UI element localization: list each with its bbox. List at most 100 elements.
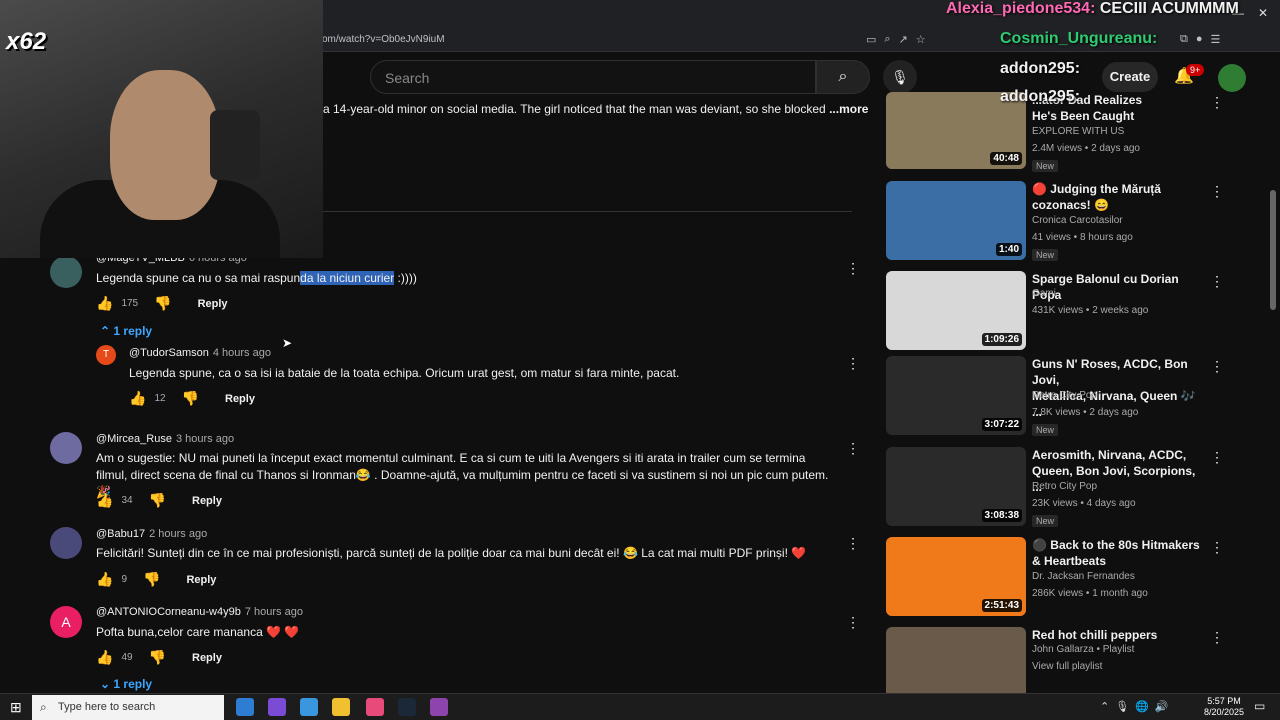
like-icon[interactable]: 👍 — [96, 649, 113, 666]
task-view-icon[interactable] — [236, 698, 254, 716]
profile-icon[interactable]: ● — [1196, 33, 1203, 46]
author-name[interactable]: @TudorSamson — [129, 347, 209, 359]
comment-time[interactable]: 4 hours ago — [213, 347, 271, 359]
video-thumbnail[interactable]: 3:08:38 — [886, 447, 1026, 526]
search-input[interactable]: Search — [370, 60, 816, 94]
video-title[interactable]: Sparge Balonul cu Dorian Popa — [1032, 271, 1202, 303]
comment-author[interactable]: @Mircea_Ruse 3 hours ago — [96, 433, 234, 445]
channel-name[interactable]: John Gallarza • Playlist — [1032, 644, 1134, 655]
channel-name[interactable]: Dr. Jacksan Fernandes — [1032, 571, 1135, 582]
avatar[interactable] — [50, 256, 82, 288]
more-options-icon[interactable]: ⋮ — [1210, 629, 1224, 646]
reply-button[interactable]: Reply — [192, 495, 222, 507]
comment-text-part: Legenda spune ca nu o sa mai raspun — [96, 271, 301, 285]
author-name[interactable]: @Babu17 — [96, 528, 145, 540]
more-options-icon[interactable]: ⋮ — [1210, 358, 1224, 375]
share-icon[interactable]: ↗ — [899, 33, 908, 46]
close-window-button[interactable]: ✕ — [1258, 6, 1268, 20]
copilot-icon[interactable] — [268, 698, 286, 716]
search-button[interactable]: ⌕ — [816, 60, 870, 94]
more-options-icon[interactable]: ⋮ — [1210, 94, 1224, 111]
extensions-icon[interactable]: ⧉ — [1180, 33, 1188, 46]
comment-author[interactable]: @Babu17 2 hours ago — [96, 528, 207, 540]
url-text[interactable]: om/watch?v=Ob0eJvN9iuM — [322, 34, 445, 45]
dislike-icon[interactable]: 👎 — [143, 571, 160, 588]
notification-center-icon[interactable]: ▭ — [1254, 699, 1265, 713]
like-icon[interactable]: 👍 — [96, 571, 113, 588]
bookmark-icon[interactable]: ☆ — [916, 33, 926, 46]
comment-time[interactable]: 2 hours ago — [149, 528, 207, 540]
video-description[interactable]: a 14-year-old minor on social media. The… — [323, 102, 868, 116]
description-more-link[interactable]: ...more — [829, 102, 868, 116]
comment-text: Legenda spune, ca o sa isi ia bataie de … — [129, 366, 680, 380]
app-icon[interactable] — [300, 698, 318, 716]
create-button[interactable]: Create — [1102, 62, 1158, 92]
video-thumbnail[interactable]: 2:51:43 — [886, 537, 1026, 616]
author-name[interactable]: @Mircea_Ruse — [96, 433, 172, 445]
dislike-icon[interactable]: 👎 — [149, 492, 166, 509]
account-avatar[interactable] — [1218, 64, 1246, 92]
more-options-icon[interactable]: ⋮ — [846, 614, 860, 631]
taskbar-search-input[interactable]: ⌕ Type here to search — [32, 695, 224, 720]
comment-time[interactable]: 7 hours ago — [245, 606, 303, 618]
dislike-icon[interactable]: 👎 — [149, 649, 166, 666]
reply-button[interactable]: Reply — [225, 393, 255, 405]
channel-name[interactable]: EXPLORE WITH US — [1032, 126, 1124, 137]
system-tray-icons[interactable]: ⌃🎙🌐🔊 — [1100, 700, 1175, 713]
avatar[interactable]: A — [50, 606, 82, 638]
channel-name[interactable]: Cronica Carcotasilor — [1032, 215, 1123, 226]
like-icon[interactable]: 👍 — [96, 295, 113, 312]
video-thumbnail[interactable]: 1:40 — [886, 181, 1026, 260]
menu-icon[interactable]: ☰ — [1211, 33, 1221, 46]
zoom-icon[interactable]: ⌕ — [884, 33, 890, 46]
avatar[interactable] — [50, 527, 82, 559]
author-name[interactable]: @ANTONIOCorneanu-w4y9b — [96, 606, 241, 618]
more-options-icon[interactable]: ⋮ — [846, 440, 860, 457]
channel-name[interactable]: Gami — [1032, 288, 1056, 299]
search-placeholder: Search — [385, 70, 430, 86]
more-options-icon[interactable]: ⋮ — [846, 535, 860, 552]
comment-time[interactable]: 3 hours ago — [176, 433, 234, 445]
reply-button[interactable]: Reply — [198, 298, 228, 310]
like-icon[interactable]: 👍 — [129, 390, 146, 407]
channel-name[interactable]: Retro City Pop — [1032, 481, 1097, 492]
comment-author[interactable]: @TudorSamson 4 hours ago — [129, 347, 271, 359]
dislike-icon[interactable]: 👎 — [182, 390, 199, 407]
clock-date: 8/20/2025 — [1204, 707, 1245, 717]
comment-actions: 👍 12 👎 Reply — [129, 390, 255, 407]
taskbar-search-placeholder: Type here to search — [58, 701, 156, 713]
file-explorer-icon[interactable] — [332, 698, 350, 716]
more-options-icon[interactable]: ⋮ — [1210, 539, 1224, 556]
dislike-icon[interactable]: 👎 — [154, 295, 171, 312]
reply-button[interactable]: Reply — [192, 652, 222, 664]
channel-name[interactable]: Retro City Pop — [1032, 390, 1097, 401]
video-thumbnail[interactable]: 3:07:22 — [886, 356, 1026, 435]
windows-start-icon[interactable]: ⊞ — [10, 699, 22, 716]
browser-icon[interactable] — [366, 698, 384, 716]
video-thumbnail[interactable]: 1:09:26 — [886, 271, 1026, 350]
more-options-icon[interactable]: ⋮ — [1210, 449, 1224, 466]
view-replies-button[interactable]: ⌃ 1 reply — [100, 324, 152, 338]
scrollbar[interactable] — [1270, 190, 1276, 310]
voice-search-button[interactable]: 🎙 — [883, 60, 917, 94]
video-title[interactable]: 🔴 Judging the Măruță cozonacs! 😄 — [1032, 181, 1202, 213]
more-options-icon[interactable]: ⋮ — [1210, 273, 1224, 290]
view-replies-button[interactable]: ⌄ 1 reply — [100, 677, 152, 691]
taskbar-clock[interactable]: 5:57 PM 8/20/2025 — [1204, 696, 1244, 718]
more-options-icon[interactable]: ⋮ — [1210, 183, 1224, 200]
steam-icon[interactable] — [398, 698, 416, 716]
reply-button[interactable]: Reply — [186, 574, 216, 586]
video-title[interactable]: ⚫ Back to the 80s Hitmakers & Heartbeats — [1032, 537, 1202, 569]
comment-author[interactable]: @ANTONIOCorneanu-w4y9b 7 hours ago — [96, 606, 303, 618]
chat-message: Alexia_piedone534: CECIII ACUMMMM — [946, 0, 1239, 18]
cast-icon[interactable]: ▭ — [866, 33, 876, 46]
video-title[interactable]: Red hot chilli peppers — [1032, 627, 1202, 643]
avatar[interactable] — [50, 432, 82, 464]
more-options-icon[interactable]: ⋮ — [846, 355, 860, 372]
comment-actions: 👍 175 👎 Reply — [96, 295, 228, 312]
avatar[interactable]: T — [96, 345, 116, 365]
discord-icon[interactable] — [430, 698, 448, 716]
title-line: Aerosmith, Nirvana, ACDC, — [1032, 448, 1187, 462]
more-options-icon[interactable]: ⋮ — [846, 260, 860, 277]
like-icon[interactable]: 👍 — [96, 492, 113, 509]
